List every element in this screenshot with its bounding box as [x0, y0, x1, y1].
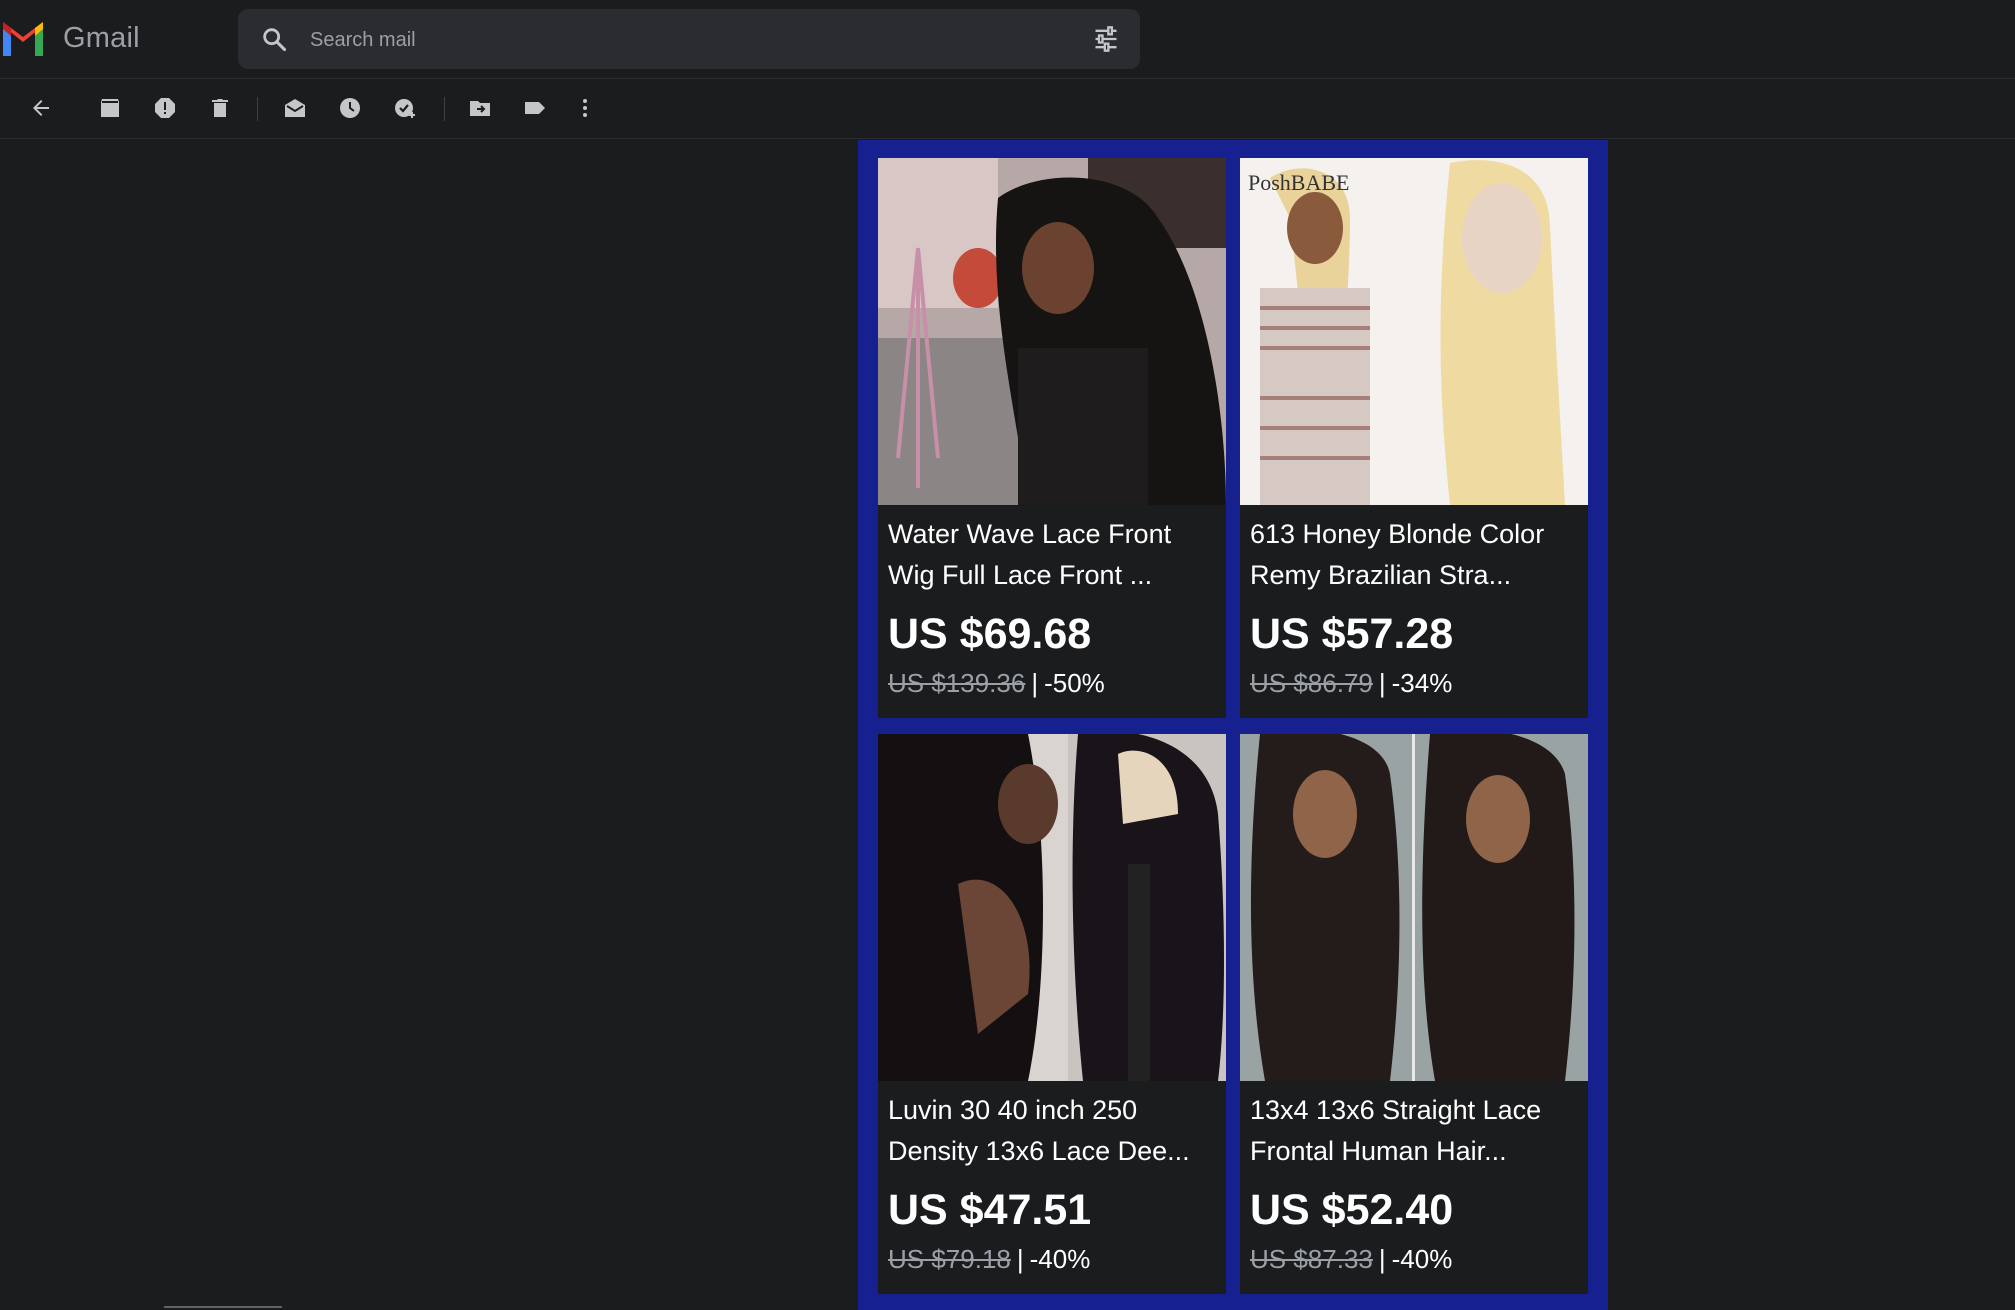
- product-card[interactable]: PoshBABE 613 Honey Blonde Color Remy Bra…: [1240, 158, 1588, 718]
- product-price: US $57.28: [1250, 610, 1454, 658]
- mark-unread-icon: [285, 99, 305, 117]
- brand-watermark: PoshBABE: [1248, 170, 1349, 195]
- product-image[interactable]: [878, 158, 1226, 505]
- product-image[interactable]: [1240, 734, 1588, 1081]
- report-spam-icon: [155, 98, 175, 118]
- price-comparison: US $87.33 | -40%: [1250, 1244, 1452, 1275]
- top-bar: Gmail: [0, 0, 2015, 79]
- search-icon[interactable]: [260, 25, 288, 53]
- delete-button[interactable]: [205, 93, 235, 123]
- mark-unread-button[interactable]: [280, 93, 310, 123]
- more-icon: [583, 99, 587, 117]
- archive-button[interactable]: [95, 93, 125, 123]
- app-name: Gmail: [63, 22, 140, 54]
- labels-button[interactable]: [520, 93, 550, 123]
- price-comparison: US $79.18 | -40%: [888, 1244, 1090, 1275]
- product-title[interactable]: Luvin 30 40 inch 250 Density 13x6 Lace D…: [888, 1090, 1218, 1172]
- product-price: US $47.51: [888, 1186, 1092, 1234]
- gmail-logo-icon[interactable]: [0, 20, 46, 58]
- product-price: US $52.40: [1250, 1186, 1454, 1234]
- product-grid: Water Wave Lace Front Wig Full Lace Fron…: [858, 140, 1608, 1310]
- price-comparison: US $86.79 | -34%: [1250, 668, 1452, 699]
- separator: |: [1031, 668, 1039, 698]
- snooze-button[interactable]: [335, 93, 365, 123]
- discount-badge: -50%: [1044, 668, 1105, 698]
- move-to-icon: [470, 101, 490, 116]
- more-button[interactable]: [570, 93, 600, 123]
- separator: |: [1016, 1244, 1024, 1274]
- product-price: US $69.68: [888, 610, 1092, 658]
- labels-icon: [525, 102, 545, 114]
- snooze-icon: [340, 98, 360, 118]
- discount-badge: -40%: [1391, 1244, 1453, 1274]
- original-price: US $79.18: [888, 1244, 1011, 1274]
- original-price: US $86.79: [1250, 668, 1373, 698]
- delete-icon: [212, 99, 228, 117]
- price-comparison: US $139.36 | -50%: [888, 668, 1105, 699]
- archive-icon: [101, 99, 119, 117]
- add-task-button[interactable]: [390, 93, 420, 123]
- scroll-indicator: [164, 1306, 282, 1308]
- product-card[interactable]: Luvin 30 40 inch 250 Density 13x6 Lace D…: [878, 734, 1226, 1294]
- toolbar-divider: [444, 97, 445, 121]
- back-icon: [33, 100, 49, 116]
- toolbar-divider: [257, 97, 258, 121]
- product-title[interactable]: Water Wave Lace Front Wig Full Lace Fron…: [888, 514, 1218, 596]
- original-price: US $87.33: [1250, 1244, 1373, 1274]
- product-title[interactable]: 13x4 13x6 Straight Lace Frontal Human Ha…: [1250, 1090, 1580, 1172]
- product-image[interactable]: PoshBABE: [1240, 158, 1588, 505]
- back-button[interactable]: [26, 93, 56, 123]
- product-card[interactable]: Water Wave Lace Front Wig Full Lace Fron…: [878, 158, 1226, 718]
- discount-badge: -40%: [1029, 1244, 1091, 1274]
- product-image[interactable]: [878, 734, 1226, 1081]
- report-spam-button[interactable]: [150, 93, 180, 123]
- separator: |: [1378, 668, 1386, 698]
- search-bar[interactable]: [238, 9, 1140, 69]
- product-card[interactable]: 13x4 13x6 Straight Lace Frontal Human Ha…: [1240, 734, 1588, 1294]
- add-task-icon: [395, 99, 415, 118]
- move-to-button[interactable]: [465, 93, 495, 123]
- original-price: US $139.36: [888, 668, 1026, 698]
- product-title[interactable]: 613 Honey Blonde Color Remy Brazilian St…: [1250, 514, 1580, 596]
- search-options-icon[interactable]: [1092, 25, 1120, 53]
- separator: |: [1378, 1244, 1386, 1274]
- discount-badge: -34%: [1391, 668, 1453, 698]
- message-toolbar: [0, 79, 2015, 139]
- search-input[interactable]: [308, 21, 1012, 59]
